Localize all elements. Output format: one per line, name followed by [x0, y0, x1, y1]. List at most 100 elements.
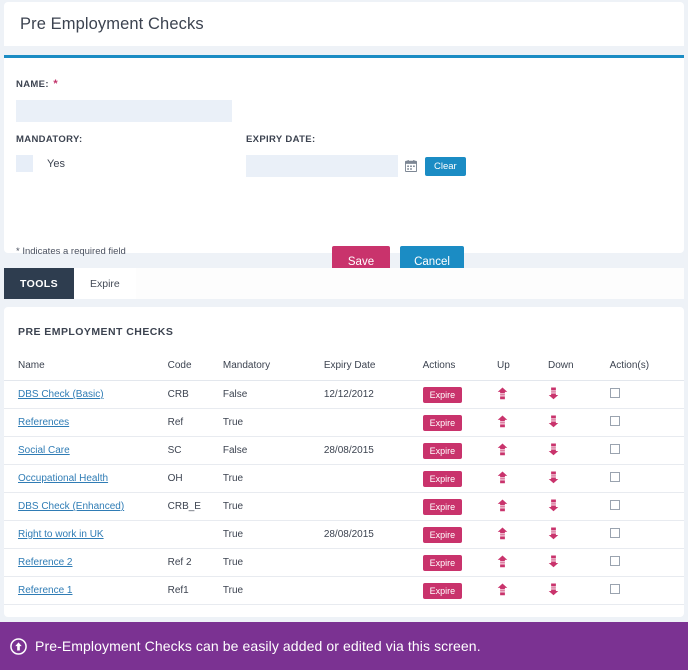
tab-expire[interactable]: Expire — [73, 268, 136, 299]
arrow-up-icon[interactable] — [497, 583, 508, 596]
expire-button[interactable]: Expire — [422, 442, 463, 459]
check-name-link[interactable]: DBS Check (Enhanced) — [18, 501, 124, 512]
cell-expiry — [323, 464, 423, 493]
expire-button[interactable]: Expire — [422, 582, 463, 599]
cell-expiry — [323, 548, 423, 577]
table-header-row: Name Code Mandatory Expiry Date Actions … — [4, 354, 684, 381]
table-row: Social Care SC False 28/08/2015 Expire — [4, 436, 684, 465]
expire-button[interactable]: Expire — [422, 470, 463, 487]
cell-code: OH — [167, 464, 223, 493]
expiry-date-input[interactable] — [246, 155, 398, 177]
row-select-checkbox[interactable] — [609, 416, 620, 426]
name-label-row: NAME: * — [16, 74, 232, 92]
row-select-checkbox[interactable] — [609, 584, 620, 594]
tab-bar-filler — [135, 268, 684, 299]
expiry-label: EXPIRY DATE: — [246, 134, 316, 145]
arrow-up-icon[interactable] — [497, 555, 508, 568]
cell-code: Ref 2 — [167, 548, 223, 577]
check-name-link[interactable]: Occupational Health — [18, 473, 108, 484]
cell-mandatory: True — [222, 548, 324, 577]
arrow-up-icon[interactable] — [497, 527, 508, 540]
cell-code: SC — [167, 436, 223, 465]
column-header-up: Up — [497, 354, 548, 381]
table-row: Right to work in UK True 28/08/2015 Expire — [4, 520, 684, 549]
name-field-group: NAME: * — [16, 74, 232, 122]
expire-button[interactable]: Expire — [422, 386, 463, 403]
check-name-link[interactable]: References — [18, 417, 69, 428]
cell-mandatory: False — [222, 436, 324, 465]
row-select-checkbox[interactable] — [609, 444, 620, 454]
column-header-mandatory: Mandatory — [222, 354, 324, 381]
check-name-link[interactable]: Social Care — [18, 445, 70, 456]
arrow-down-icon[interactable] — [548, 583, 559, 596]
clear-date-button[interactable]: Clear — [425, 156, 466, 176]
cell-expiry: 12/12/2012 — [323, 380, 423, 409]
required-asterisk: * — [53, 78, 58, 90]
pre-employment-check-form: NAME: * MANDATORY: Yes EXPIRY DATE: Clea… — [4, 55, 684, 278]
page-title: Pre Employment Checks — [20, 14, 204, 33]
pre-employment-checks-table: Name Code Mandatory Expiry Date Actions … — [4, 354, 684, 605]
check-name-link[interactable]: Reference 1 — [18, 585, 72, 596]
cell-code: Ref — [167, 408, 223, 437]
arrow-up-icon[interactable] — [497, 387, 508, 400]
expiry-row: Clear — [246, 155, 466, 177]
arrow-down-icon[interactable] — [548, 387, 559, 400]
expire-button[interactable]: Expire — [422, 498, 463, 515]
arrow-up-icon[interactable] — [497, 471, 508, 484]
expiry-field-group: EXPIRY DATE: Clear — [246, 134, 466, 177]
column-header-action-s: Action(s) — [609, 354, 684, 381]
arrow-down-icon[interactable] — [548, 471, 559, 484]
name-label: NAME: — [16, 79, 49, 90]
check-name-link[interactable]: DBS Check (Basic) — [18, 389, 104, 400]
expire-button[interactable]: Expire — [422, 526, 463, 543]
arrow-down-icon[interactable] — [548, 499, 559, 512]
table-row: Occupational Health OH True Expire — [4, 464, 684, 493]
arrow-up-icon[interactable] — [497, 443, 508, 456]
cell-mandatory: True — [222, 576, 324, 605]
arrow-up-icon[interactable] — [497, 499, 508, 512]
mandatory-checkbox[interactable] — [16, 155, 33, 172]
check-name-link[interactable]: Right to work in UK — [18, 529, 104, 540]
required-field-note: * Indicates a required field — [16, 246, 126, 257]
cell-expiry — [323, 492, 423, 521]
row-select-checkbox[interactable] — [609, 528, 620, 538]
title-panel: Pre Employment Checks — [4, 2, 684, 46]
column-header-expiry: Expiry Date — [323, 354, 423, 381]
calendar-icon[interactable] — [405, 160, 417, 172]
row-select-checkbox[interactable] — [609, 556, 620, 566]
table-caption: PRE EMPLOYMENT CHECKS — [18, 326, 174, 338]
expire-button[interactable]: Expire — [422, 414, 463, 431]
row-select-checkbox[interactable] — [609, 472, 620, 482]
row-select-checkbox[interactable] — [609, 388, 620, 398]
cell-expiry: 28/08/2015 — [323, 436, 423, 465]
app-page: Pre Employment Checks NAME: * MANDATORY:… — [0, 0, 688, 670]
expire-button[interactable]: Expire — [422, 554, 463, 571]
cell-mandatory: True — [222, 492, 324, 521]
column-header-down: Down — [548, 354, 610, 381]
arrow-down-icon[interactable] — [548, 443, 559, 456]
tab-bar: TOOLS Expire — [4, 268, 684, 299]
check-name-link[interactable]: Reference 2 — [18, 557, 72, 568]
column-header-actions: Actions — [422, 354, 497, 381]
arrow-down-icon[interactable] — [548, 527, 559, 540]
mandatory-label: MANDATORY: — [16, 134, 83, 145]
cell-expiry — [323, 408, 423, 437]
column-header-code: Code — [167, 354, 223, 381]
table-row: Reference 2 Ref 2 True Expire — [4, 548, 684, 577]
cell-mandatory: True — [222, 464, 324, 493]
table-row: References Ref True Expire — [4, 408, 684, 437]
cell-expiry: 28/08/2015 — [323, 520, 423, 549]
arrow-down-icon[interactable] — [548, 415, 559, 428]
table-row: DBS Check (Basic) CRB False 12/12/2012 Expir… — [4, 380, 684, 409]
row-select-checkbox[interactable] — [609, 500, 620, 510]
cell-code: CRB_E — [167, 492, 223, 521]
name-input[interactable] — [16, 100, 232, 122]
cell-code: Ref1 — [167, 576, 223, 605]
table-head: Name Code Mandatory Expiry Date Actions … — [4, 354, 684, 381]
cell-mandatory: True — [222, 520, 324, 549]
tab-tools[interactable]: TOOLS — [4, 268, 74, 299]
arrow-up-icon[interactable] — [497, 415, 508, 428]
arrow-down-icon[interactable] — [548, 555, 559, 568]
pre-employment-checks-table-panel: PRE EMPLOYMENT CHECKS Name Code Mandator… — [4, 307, 684, 617]
info-banner-text: Pre-Employment Checks can be easily adde… — [35, 638, 481, 654]
